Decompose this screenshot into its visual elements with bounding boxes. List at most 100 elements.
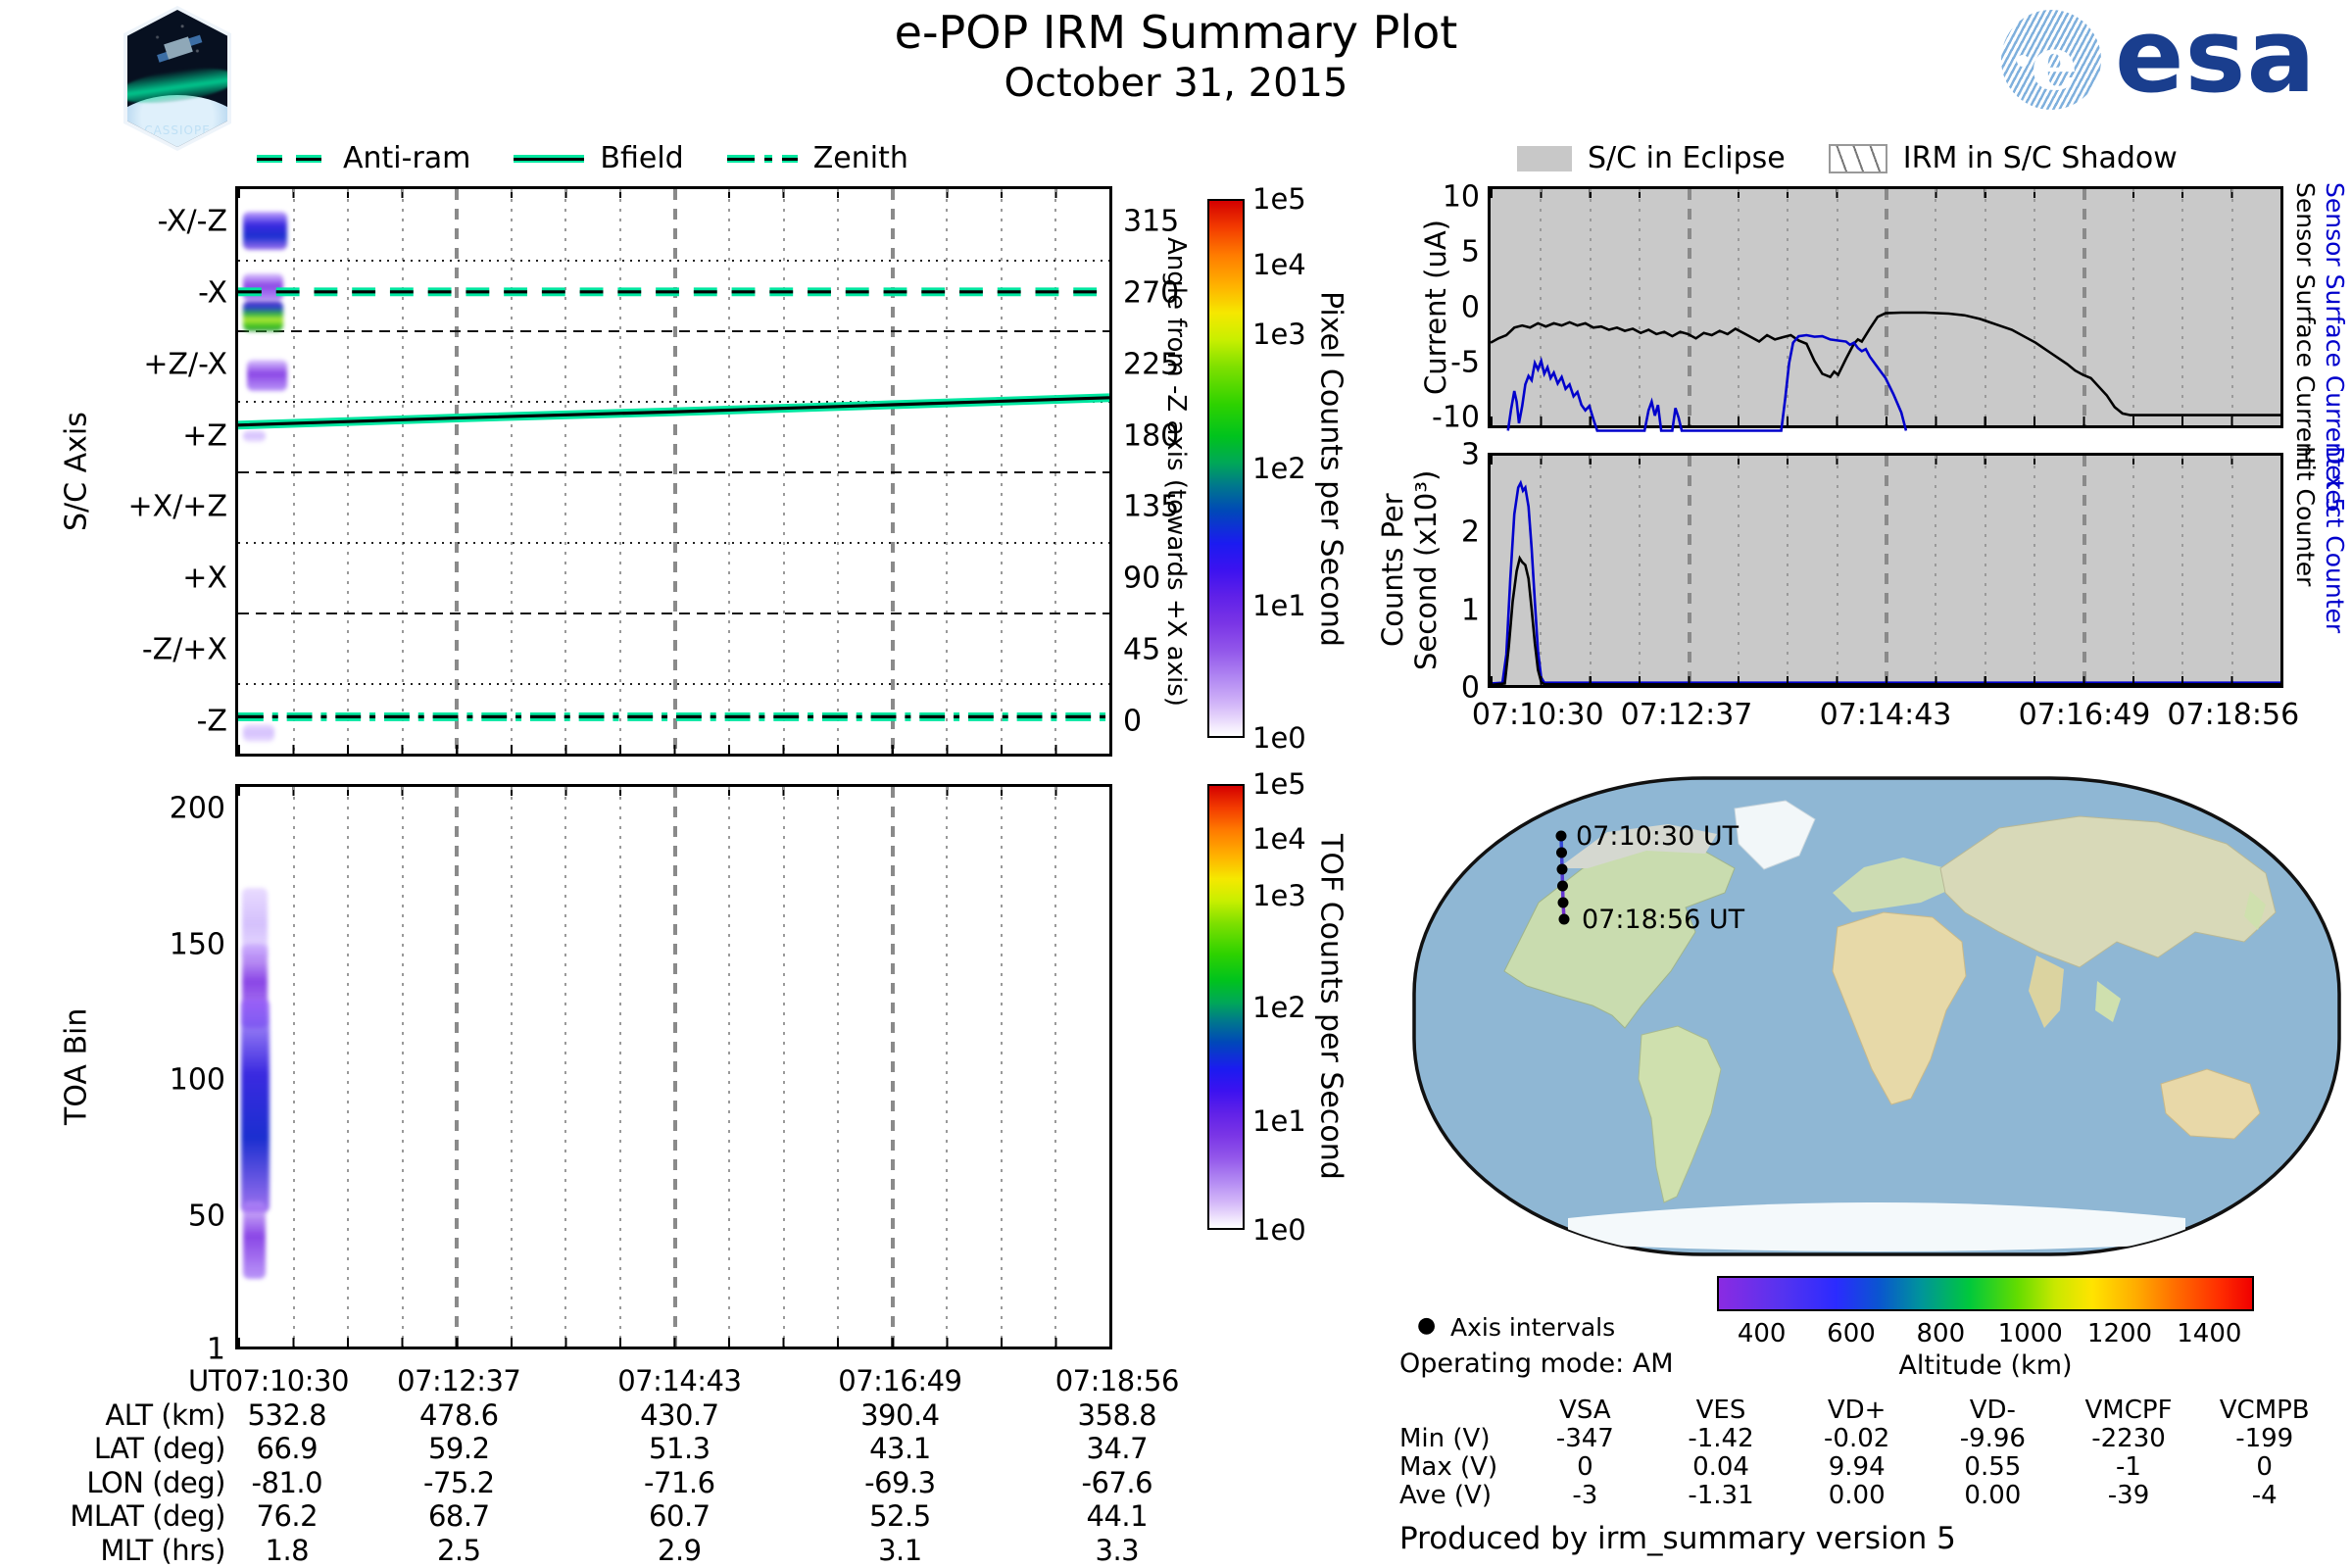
voltage-value: -0.02 bbox=[1824, 1423, 1890, 1453]
esa-globe-e: e bbox=[2031, 20, 2079, 107]
ephemeris-value: 34.7 bbox=[1086, 1432, 1149, 1465]
counts-ylabel-line1: Counts Per bbox=[1376, 493, 1409, 648]
right-time-axis-labels: 07:10:30 07:12:37 07:14:43 07:16:49 07:18:56 bbox=[1472, 698, 2299, 737]
ephemeris-row-label: LAT (deg) bbox=[93, 1432, 226, 1465]
ephemeris-value: 478.6 bbox=[419, 1397, 499, 1432]
ephemeris-row: MLT (hrs) 1.8 2.5 2.9 3.1 3.3 bbox=[0, 1534, 1186, 1567]
toa-spectrogram-blobs bbox=[238, 787, 1109, 1347]
eclipse-legend-label: S/C in Eclipse bbox=[1588, 141, 1786, 175]
altitude-tick: 400 bbox=[1737, 1319, 1787, 1348]
ephemeris-value: 2.9 bbox=[658, 1533, 702, 1567]
ephemeris-row: LAT (deg) 66.9 59.2 51.3 43.1 34.7 bbox=[0, 1432, 1186, 1465]
attitude-plot bbox=[235, 186, 1112, 757]
ytick-label: 100 bbox=[169, 1062, 225, 1098]
voltage-header-row: VSA VES VD+ VD- VMCPF VCMPB bbox=[1399, 1395, 2332, 1425]
eclipse-legend: S/C in Eclipse IRM in S/C Shadow bbox=[1517, 141, 2221, 175]
eclipse-legend-item: IRM in S/C Shadow bbox=[1828, 141, 2178, 175]
ephemeris-value: 430.7 bbox=[640, 1397, 719, 1432]
page-date: October 31, 2015 bbox=[1004, 61, 1348, 106]
ytick-label: 10 bbox=[1442, 179, 1480, 215]
attitude-category-label: -Z bbox=[196, 704, 227, 739]
ytick-label: 150 bbox=[169, 927, 225, 962]
altitude-colorbar-label: Altitude (km) bbox=[1898, 1350, 2073, 1381]
altitude-tick: 1200 bbox=[2086, 1319, 2153, 1348]
patch-cassiope-label: CASSIOPE bbox=[144, 123, 211, 138]
anti-ram-line-sample bbox=[257, 152, 327, 166]
ephemeris-value: 60.7 bbox=[649, 1499, 710, 1533]
voltage-row: Max (V) 0 0.04 9.94 0.55 -1 0 bbox=[1399, 1451, 2332, 1482]
counts-ytick-labels: 3210 bbox=[1407, 437, 1480, 705]
attitude-lines-svg bbox=[237, 287, 1110, 721]
axis-intervals-label: Axis intervals bbox=[1450, 1313, 1616, 1342]
ephemeris-row-label: ALT (km) bbox=[105, 1397, 225, 1432]
voltage-table: VSA VES VD+ VD- VMCPF VCMPB Min (V) -347 -1.42 -0… bbox=[1399, 1395, 2332, 1510]
voltage-column-header: VD- bbox=[1969, 1395, 2016, 1425]
ephemeris-value: 07:10:30 bbox=[224, 1364, 350, 1397]
ephemeris-value: 2.5 bbox=[436, 1533, 481, 1567]
ephemeris-table: UT 07:10:30 07:12:37 07:14:43 07:16:49 07:18:… bbox=[0, 1364, 1186, 1568]
ephemeris-value: 390.4 bbox=[860, 1397, 940, 1432]
attitude-legend-item: Anti-ram bbox=[257, 141, 470, 175]
colorbar-tick: 1e5 bbox=[1252, 767, 1306, 801]
voltage-row: Min (V) -347 -1.42 -0.02 -9.96 -2230 -199 bbox=[1399, 1423, 2332, 1453]
hatch-swatch bbox=[1828, 143, 1887, 173]
attitude-category-labels: -X/-Z -X +Z/-X +Z +X/+Z +X -Z/+X -Z bbox=[59, 186, 227, 757]
ephemeris-value: 07:12:37 bbox=[397, 1364, 521, 1397]
ephemeris-row: LON (deg) -81.0 -75.2 -71.6 -69.3 -67.6 bbox=[0, 1466, 1186, 1499]
colorbar-tick: 1e2 bbox=[1252, 990, 1306, 1024]
voltage-row-label: Max (V) bbox=[1399, 1451, 1498, 1482]
ytick-label: 2 bbox=[1460, 514, 1480, 550]
zenith-line-sample bbox=[726, 152, 798, 166]
attitude-legend-label: Bfield bbox=[600, 141, 684, 175]
ephemeris-value: 1.8 bbox=[265, 1533, 310, 1567]
attitude-legend: Anti-ram Bfield Zenith bbox=[257, 141, 952, 175]
operating-mode-label: Operating mode: AM bbox=[1399, 1348, 1674, 1379]
ephemeris-value: 07:16:49 bbox=[838, 1364, 962, 1397]
attitude-category-label: +Z bbox=[182, 418, 227, 454]
attitude-legend-item: Bfield bbox=[514, 141, 684, 175]
voltage-column-header: VES bbox=[1695, 1395, 1746, 1425]
colorbar-tick: 1e0 bbox=[1252, 1213, 1306, 1247]
colorbar-tick: 1e3 bbox=[1252, 317, 1306, 351]
current-right-label-black: Sensor Surface Current bbox=[2291, 182, 2320, 467]
ytick-label: 200 bbox=[169, 791, 225, 826]
attitude-category-label: +Z/-X bbox=[143, 347, 227, 382]
toa-ytick-labels: 200 150 100 50 1 bbox=[127, 784, 225, 1366]
attitude-right-tick: 0 bbox=[1123, 704, 1143, 739]
pixel-colorbar-label: Pixel Counts per Second bbox=[1313, 290, 1348, 647]
toa-blob bbox=[240, 999, 270, 1212]
altitude-tick: 800 bbox=[1916, 1319, 1966, 1348]
ephemeris-value: 3.1 bbox=[878, 1533, 922, 1567]
ytick-label: 5 bbox=[1460, 234, 1480, 270]
ephemeris-value: 51.3 bbox=[649, 1432, 710, 1465]
voltage-value: 0 bbox=[1577, 1451, 1593, 1482]
counts-right-label-blue: Detect Counter bbox=[2321, 446, 2349, 634]
footer-text: Produced by irm_summary version 5 bbox=[1399, 1521, 1956, 1556]
voltage-value: -3 bbox=[1572, 1480, 1598, 1510]
esa-globe-dot bbox=[2017, 55, 2029, 67]
ephemeris-row-label: MLAT (deg) bbox=[70, 1499, 225, 1533]
voltage-column-header: VD+ bbox=[1827, 1395, 1886, 1425]
world-map bbox=[1412, 776, 2341, 1256]
voltage-value: 0.04 bbox=[1692, 1451, 1749, 1482]
colorbar-tick: 1e0 bbox=[1252, 721, 1306, 755]
altitude-tick: 1000 bbox=[1997, 1319, 2063, 1348]
voltage-value: 0.00 bbox=[1828, 1480, 1886, 1510]
attitude-right-tick: 90 bbox=[1123, 561, 1161, 596]
esa-globe-icon: e bbox=[2001, 10, 2101, 110]
tof-colorbar-label: TOF Counts per Second bbox=[1313, 834, 1348, 1180]
ephemeris-value: 532.8 bbox=[247, 1397, 327, 1432]
ephemeris-value: 44.1 bbox=[1086, 1499, 1149, 1533]
time-tick-label: 07:12:37 bbox=[1620, 698, 1753, 732]
colorbar-tick: 1e5 bbox=[1252, 182, 1306, 216]
voltage-column-header: VSA bbox=[1559, 1395, 1611, 1425]
voltage-row-label: Ave (V) bbox=[1399, 1480, 1492, 1510]
voltage-value: -347 bbox=[1555, 1423, 1614, 1453]
ephemeris-value: -75.2 bbox=[422, 1465, 495, 1499]
voltage-value: 9.94 bbox=[1828, 1451, 1886, 1482]
ephemeris-value: -81.0 bbox=[251, 1465, 323, 1499]
ephemeris-value: 3.3 bbox=[1095, 1533, 1140, 1567]
ytick-label: 0 bbox=[1460, 290, 1480, 324]
voltage-value: -1.42 bbox=[1688, 1423, 1754, 1453]
voltage-value: -1 bbox=[2116, 1451, 2141, 1482]
